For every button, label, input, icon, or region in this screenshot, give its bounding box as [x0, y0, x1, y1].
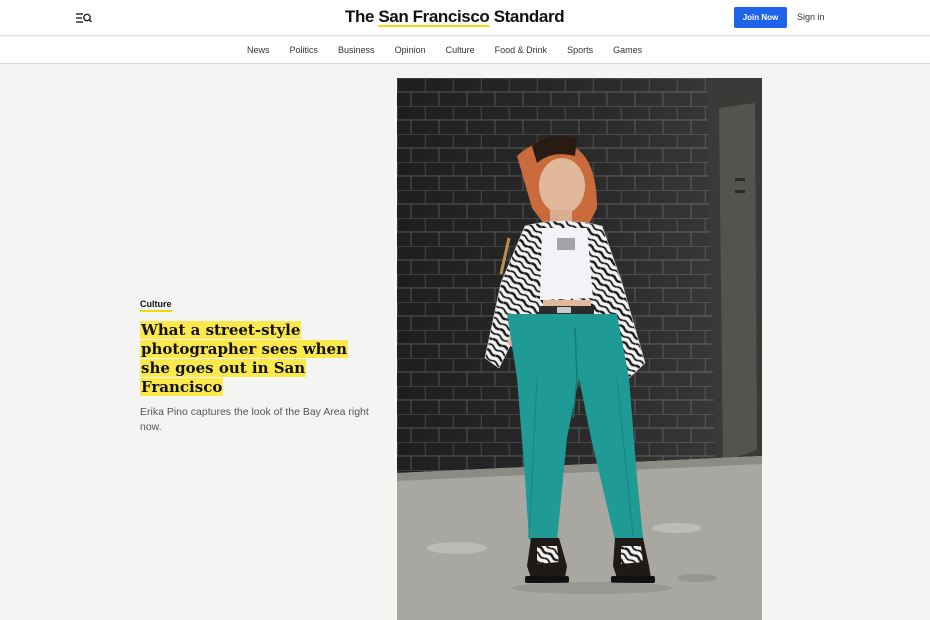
site-logo[interactable]: The San Francisco Standard	[345, 7, 565, 27]
nav-item-opinion[interactable]: Opinion	[385, 45, 436, 55]
brand-prefix: The	[345, 7, 379, 26]
nav-item-news[interactable]: News	[236, 45, 280, 55]
brand-suffix: Standard	[489, 7, 565, 26]
nav-item-culture[interactable]: Culture	[436, 45, 485, 55]
section-nav: News Politics Business Opinion Culture F…	[0, 37, 930, 64]
story-photo[interactable]	[397, 78, 762, 620]
lead-story-text: Culture What a street-style photographer…	[140, 294, 380, 435]
nav-item-games[interactable]: Games	[603, 45, 652, 55]
menu-search-icon[interactable]	[74, 10, 94, 26]
story-dek: Erika Pino captures the look of the Bay …	[140, 406, 369, 433]
story-kicker[interactable]: Culture	[140, 299, 172, 312]
nav-item-politics[interactable]: Politics	[280, 45, 329, 55]
nav-item-business[interactable]: Business	[328, 45, 385, 55]
nav-item-sports[interactable]: Sports	[557, 45, 603, 55]
top-bar: The San Francisco Standard Join Now Sign…	[0, 0, 930, 36]
story-headline[interactable]: What a street-style photographer sees wh…	[140, 321, 376, 397]
join-now-button[interactable]: Join Now	[734, 7, 787, 28]
story-headline-text: What a street-style photographer sees wh…	[140, 321, 348, 396]
nav-item-food-drink[interactable]: Food & Drink	[485, 45, 558, 55]
brand-highlight: San Francisco	[378, 7, 490, 26]
sign-in-link[interactable]: Sign in	[797, 12, 825, 22]
